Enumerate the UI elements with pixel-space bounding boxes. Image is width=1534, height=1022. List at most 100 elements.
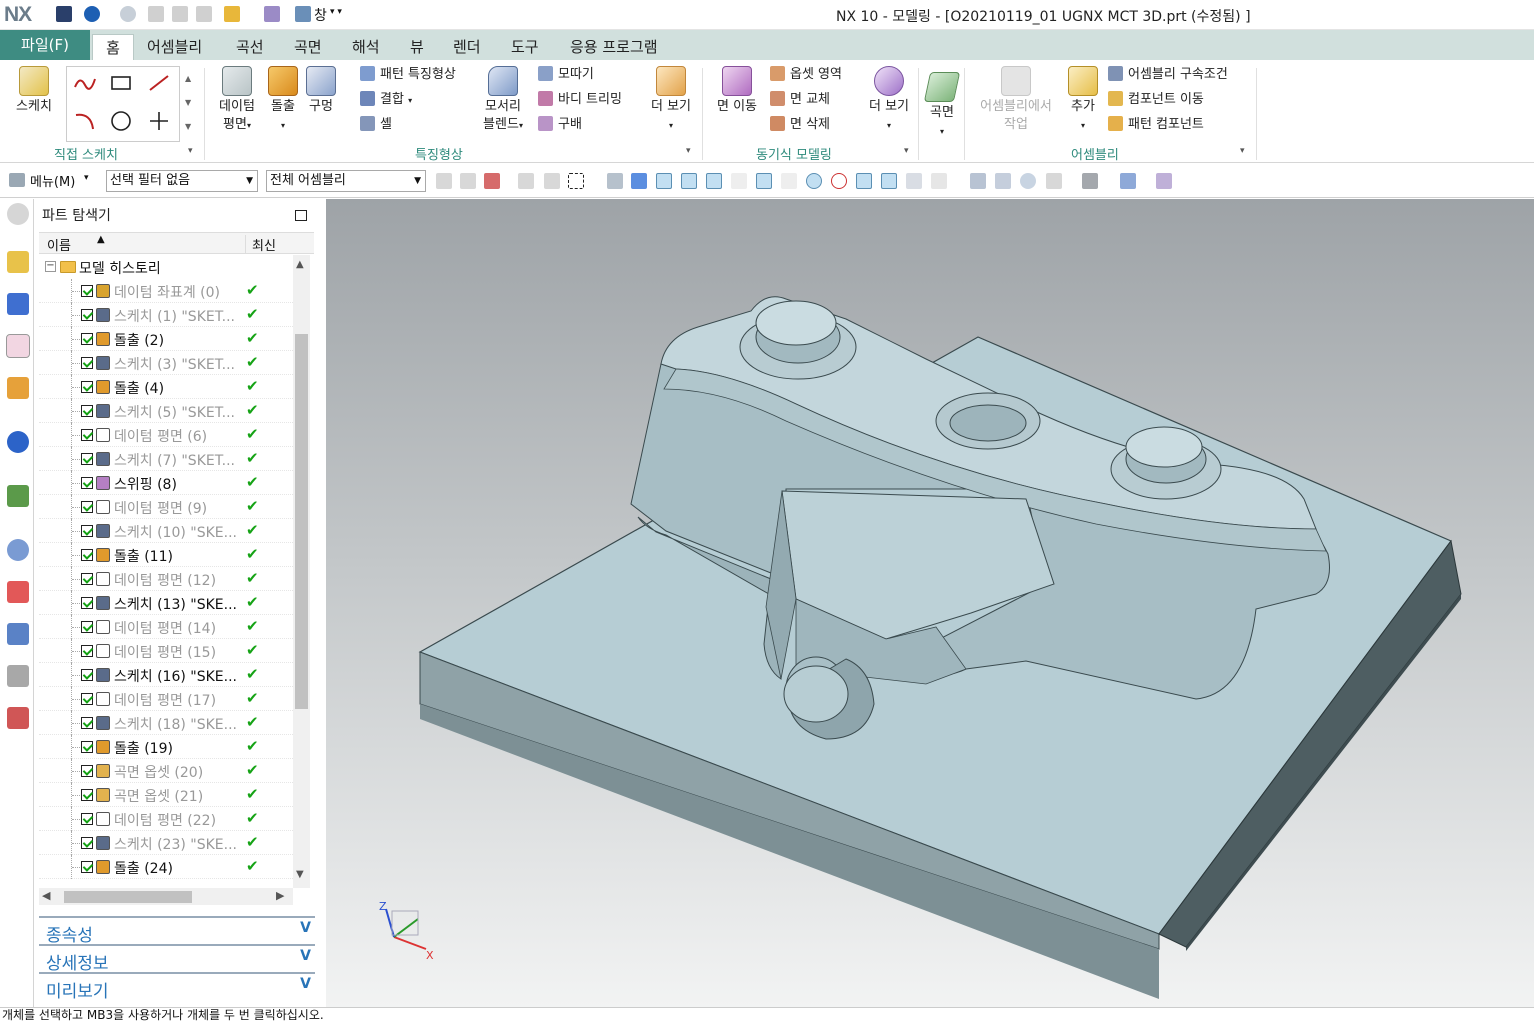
more-sync-button[interactable]: 더 보기 ▾ <box>862 66 916 135</box>
select-face-icon[interactable] <box>631 173 647 189</box>
selection-scope-dropdown[interactable]: 전체 어셈블리 ▼ <box>266 170 426 192</box>
pattern-feature-button[interactable]: 패턴 특징형상 <box>360 66 456 84</box>
tree-item[interactable]: 스위핑 (8) ✔ <box>39 471 293 495</box>
selection-intent-icon[interactable] <box>518 173 534 189</box>
system-materials-icon[interactable] <box>7 581 29 603</box>
part-navigator-icon[interactable] <box>6 334 30 358</box>
gallery-more-icon[interactable]: ▼ <box>185 122 191 131</box>
select-parts-icon[interactable] <box>460 173 476 189</box>
graphics-window[interactable]: X Z <box>326 199 1534 1007</box>
history-icon[interactable] <box>7 539 29 561</box>
constraint-navigator-icon[interactable] <box>7 293 29 315</box>
chamfer-button[interactable]: 모따기 <box>538 66 594 84</box>
tree-item[interactable]: 데이텀 평면 (14) ✔ <box>39 615 293 639</box>
select-all-icon[interactable] <box>544 173 560 189</box>
center-hole-inner[interactable] <box>949 404 1027 442</box>
tree-item[interactable]: 데이텀 평면 (22) ✔ <box>39 807 293 831</box>
horizontal-scroll-thumb[interactable] <box>64 891 192 903</box>
visibility-checkbox[interactable] <box>81 741 93 753</box>
tab-home[interactable]: 홈 <box>92 34 134 61</box>
snap-point-on-face-icon[interactable] <box>906 173 922 189</box>
visibility-checkbox[interactable] <box>81 717 93 729</box>
tab-analysis[interactable]: 해석 <box>346 34 386 60</box>
visibility-checkbox[interactable] <box>81 501 93 513</box>
tree-item[interactable]: 스케치 (3) "SKET... ✔ <box>39 351 293 375</box>
scroll-left-icon[interactable]: ◀ <box>42 889 50 902</box>
edit-work-section-icon[interactable] <box>1120 173 1136 189</box>
group-feature-arrow-icon[interactable]: ▾ <box>686 146 691 156</box>
visibility-checkbox[interactable] <box>81 405 93 417</box>
fit-view-icon[interactable] <box>970 173 986 189</box>
redo-icon[interactable] <box>120 6 136 22</box>
section-dependencies[interactable]: 종속성 V <box>39 916 315 946</box>
profile-icon[interactable] <box>69 69 101 97</box>
circle-icon[interactable] <box>105 107 137 135</box>
type-filter-icon[interactable] <box>436 173 452 189</box>
extrude-button[interactable]: 돌출 ▾ <box>264 66 302 135</box>
visibility-checkbox[interactable] <box>81 765 93 777</box>
tree-item[interactable]: 스케치 (18) "SKE... ✔ <box>39 711 293 735</box>
tree-item[interactable]: 데이텀 평면 (12) ✔ <box>39 567 293 591</box>
gallery-up-icon[interactable]: ▲ <box>185 74 191 83</box>
visibility-checkbox[interactable] <box>81 573 93 585</box>
tree-item[interactable]: 돌출 (11) ✔ <box>39 543 293 567</box>
tab-assembly[interactable]: 어셈블리 <box>141 34 208 60</box>
column-latest-header[interactable]: 최신 <box>245 235 276 254</box>
tree-item[interactable]: 곡면 옵셋 (20) ✔ <box>39 759 293 783</box>
role-icon[interactable] <box>7 707 29 729</box>
selection-filter-dropdown[interactable]: 선택 필터 없음 ▼ <box>106 170 258 192</box>
tree-root-model-history[interactable]: − 모델 히스토리 <box>39 255 293 279</box>
tab-surface[interactable]: 곡면 <box>288 34 328 60</box>
menu-icon[interactable] <box>9 173 25 187</box>
window-menu[interactable]: 창 <box>314 5 327 25</box>
sort-ascending-icon[interactable]: ▲ <box>97 234 105 245</box>
select-features-icon[interactable] <box>484 173 500 189</box>
section-preview[interactable]: 미리보기 V <box>39 972 315 1002</box>
gallery-down-icon[interactable]: ▼ <box>185 98 191 107</box>
delete-face-button[interactable]: 면 삭제 <box>770 116 830 134</box>
work-in-assembly-button[interactable]: 어셈블리에서 작업 <box>970 66 1062 134</box>
tree-item[interactable]: 스케치 (10) "SKE... ✔ <box>39 519 293 543</box>
visibility-checkbox[interactable] <box>81 813 93 825</box>
touch-mode-icon[interactable] <box>264 6 280 22</box>
cut-icon[interactable] <box>148 6 164 22</box>
visibility-checkbox[interactable] <box>81 549 93 561</box>
select-body-icon[interactable] <box>607 173 623 189</box>
pattern-component-button[interactable]: 패턴 컴포넌트 <box>1108 116 1204 134</box>
tab-applications[interactable]: 응용 프로그램 <box>564 34 664 60</box>
scroll-down-icon[interactable]: ▼ <box>296 869 304 880</box>
tree-item[interactable]: 데이텀 평면 (15) ✔ <box>39 639 293 663</box>
repeat-command-icon[interactable] <box>224 6 240 22</box>
scroll-right-icon[interactable]: ▶ <box>276 889 284 902</box>
visibility-checkbox[interactable] <box>81 861 93 873</box>
snap-point-on-curve-icon[interactable] <box>881 173 897 189</box>
visibility-checkbox[interactable] <box>81 381 93 393</box>
tree-item[interactable]: 데이텀 평면 (9) ✔ <box>39 495 293 519</box>
scroll-up-icon[interactable]: ▲ <box>296 259 304 270</box>
render-style-icon[interactable] <box>1082 173 1098 189</box>
zoom-icon[interactable] <box>995 173 1011 189</box>
visibility-checkbox[interactable] <box>81 333 93 345</box>
reuse-library-icon[interactable] <box>7 377 29 399</box>
tree-item[interactable]: 돌출 (2) ✔ <box>39 327 293 351</box>
replace-face-button[interactable]: 면 교체 <box>770 91 830 109</box>
paste-icon[interactable] <box>196 6 212 22</box>
tree-item[interactable]: 돌출 (4) ✔ <box>39 375 293 399</box>
visibility-checkbox[interactable] <box>81 357 93 369</box>
add-component-button[interactable]: 추가 ▾ <box>1064 66 1102 135</box>
tree-item[interactable]: 스케치 (5) "SKET... ✔ <box>39 399 293 423</box>
more-features-button[interactable]: 더 보기 ▾ <box>644 66 698 135</box>
hd3d-tools-icon[interactable] <box>7 431 29 453</box>
rectangle-icon[interactable] <box>105 69 137 97</box>
trim-body-button[interactable]: 바디 트리밍 <box>538 91 622 109</box>
menu-button[interactable]: 메뉴(M) <box>30 171 75 190</box>
snap-midpoint-icon[interactable] <box>681 173 697 189</box>
undo-icon[interactable] <box>84 6 100 22</box>
visibility-checkbox[interactable] <box>81 645 93 657</box>
section-details[interactable]: 상세정보 V <box>39 944 315 974</box>
visibility-checkbox[interactable] <box>81 837 93 849</box>
manufacturing-wizard-icon[interactable] <box>7 665 29 687</box>
snap-quadrant-icon[interactable] <box>831 173 847 189</box>
tree-item[interactable]: 돌출 (24) ✔ <box>39 855 293 879</box>
hole-button[interactable]: 구멍 <box>304 66 338 116</box>
